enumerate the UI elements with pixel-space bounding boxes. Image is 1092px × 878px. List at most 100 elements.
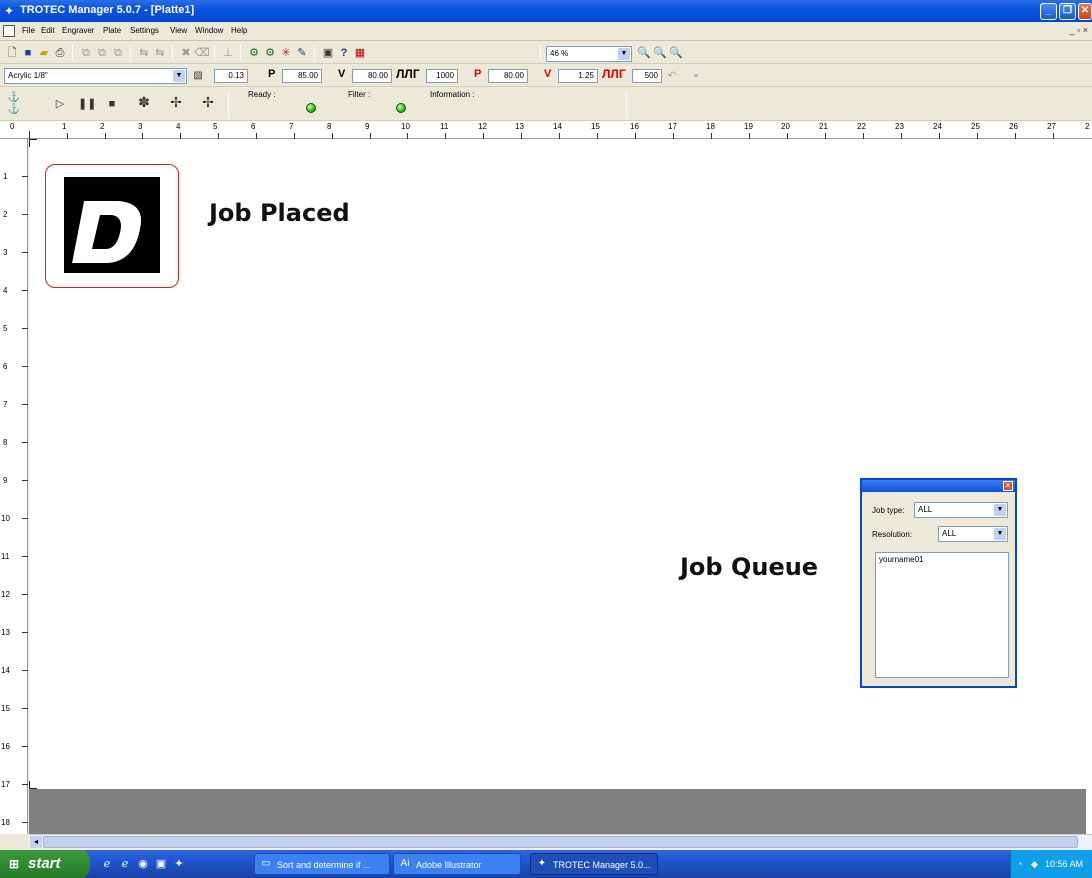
engrave-icon[interactable]: ▣	[320, 45, 336, 61]
plate-corner-marks	[29, 139, 37, 789]
power-label: P	[268, 68, 276, 80]
power-field[interactable]: 85.00	[282, 69, 322, 83]
cut-velocity-field[interactable]: 1.25	[558, 69, 598, 83]
hatch-field[interactable]: 0.13	[214, 69, 248, 83]
zoom-fit-icon[interactable]: 🔍	[636, 45, 652, 61]
minimize-button[interactable]: _	[1040, 3, 1057, 20]
restore-button[interactable]: ❐	[1059, 3, 1076, 20]
pause-job-icon[interactable]: ❚❚	[78, 96, 96, 112]
job-settings-icon[interactable]: ⚙	[262, 45, 278, 61]
toolbar-separator	[172, 45, 173, 61]
title-bar[interactable]: ✦ TROTEC Manager 5.0.7 - [Platte1] _ ❐ ✕	[0, 0, 1092, 22]
ppi-field[interactable]: 1000	[426, 69, 458, 83]
start-label: start	[28, 855, 61, 872]
task-label: TROTEC Manager 5.0...	[553, 860, 651, 870]
job-icon[interactable]: ⚙	[246, 45, 262, 61]
zoom-select[interactable]: 46 % ▼	[546, 46, 632, 62]
laser-icon[interactable]: ✳	[278, 45, 294, 61]
print-icon[interactable]: ⎙	[52, 45, 68, 61]
placed-job[interactable]	[45, 164, 179, 288]
stop-job-icon[interactable]: ■	[104, 96, 120, 112]
velocity-field[interactable]: 80.00	[352, 69, 392, 83]
zoom-in-icon[interactable]: 🔍	[652, 45, 668, 61]
menu-view[interactable]: View	[170, 26, 187, 35]
material-select[interactable]: Acrylic 1/8" ▼	[4, 68, 187, 84]
security-icon[interactable]: ◆	[1031, 850, 1038, 878]
exhaust-icon[interactable]: ✽	[136, 94, 152, 110]
copy-icon[interactable]: ⧉	[78, 45, 94, 61]
task-trotec[interactable]: ✦ TROTEC Manager 5.0...	[530, 853, 658, 875]
menu-bar: File Edit Engraver Plate Settings View W…	[0, 22, 1092, 41]
menu-plate[interactable]: Plate	[103, 26, 121, 35]
duplicate-icon[interactable]: ⧉	[110, 45, 126, 61]
menu-window[interactable]: Window	[195, 26, 223, 35]
delete-icon[interactable]: ✖	[178, 45, 194, 61]
trotec-quicklaunch-icon[interactable]: ✦	[172, 857, 186, 871]
ungroup-icon[interactable]: ⇆	[152, 45, 168, 61]
frequency-field[interactable]: 500	[632, 69, 662, 83]
main-toolbar: 🗋 ■ ▰ ⎙ ⧉ ⧉ ⧉ ⇆ ⇆ ✖ ⌫ ⊥ ⚙ ⚙ ✳ ✎ ▣ ? ▦ 46…	[0, 42, 1092, 64]
menu-engraver[interactable]: Engraver	[62, 26, 94, 35]
chevron-down-icon: ▼	[994, 504, 1006, 516]
horizontal-scrollbar[interactable]: ◂	[29, 834, 1092, 849]
ruler-v-ticks	[22, 176, 28, 823]
air-assist-icon[interactable]: ✢	[200, 94, 216, 110]
browser-icon[interactable]: ℯ	[118, 857, 132, 871]
scrollbar-thumb[interactable]	[43, 836, 1078, 848]
list-item[interactable]: yourname01	[879, 555, 1005, 564]
task-explorer[interactable]: ▭ Sort and determine if ...	[254, 853, 390, 875]
save-icon[interactable]: ■	[20, 45, 36, 61]
chevron-down-icon: ▼	[618, 48, 630, 60]
desktop-icon[interactable]: ▣	[154, 857, 168, 871]
resolution-select[interactable]: ALL ▼	[938, 526, 1008, 542]
chevron-down-icon: ▼	[994, 528, 1006, 540]
align-icon[interactable]: ⊥	[220, 45, 236, 61]
menu-file[interactable]: File	[22, 26, 35, 35]
material-toolbar: Acrylic 1/8" ▼ ▨ 0.13 P 85.00 V 80.00 ЛЛ…	[0, 65, 1092, 87]
close-button[interactable]: ✕	[1078, 3, 1092, 20]
group-icon[interactable]: ⇆	[136, 45, 152, 61]
paste-icon[interactable]: ⧉	[94, 45, 110, 61]
menu-help[interactable]: Help	[231, 26, 247, 35]
fan-icon[interactable]: ✢	[168, 94, 184, 110]
help-icon[interactable]: ?	[336, 45, 352, 61]
scroll-left-icon[interactable]: ◂	[30, 836, 42, 848]
queue-job-list[interactable]: yourname01	[875, 552, 1009, 678]
task-illustrator[interactable]: Ai Adobe Illustrator	[393, 853, 521, 875]
plate-canvas[interactable]	[29, 139, 1092, 789]
cut-power-field[interactable]: 80.00	[488, 69, 528, 83]
toolbar-separator	[626, 92, 627, 118]
chevron-down-icon: ▼	[173, 70, 185, 82]
job-type-select[interactable]: ALL ▼	[914, 502, 1008, 518]
filter-indicator	[396, 103, 406, 113]
queue-title-bar[interactable]: ✕	[862, 480, 1015, 492]
ie-icon[interactable]: ℯ	[100, 857, 114, 871]
clock[interactable]: 10:56 AM	[1045, 850, 1083, 878]
network-icon[interactable]: ◔	[1017, 850, 1022, 878]
job-placed-label: Job Placed	[209, 199, 350, 227]
undo-icon[interactable]: ↶	[664, 68, 680, 84]
ruler-h-ticks	[29, 131, 1054, 139]
zoom-out-icon[interactable]: 🔍	[668, 45, 684, 61]
resolution-value: ALL	[942, 529, 957, 538]
stop-icon[interactable]: ▦	[352, 45, 368, 61]
save-settings-icon[interactable]: ▪	[688, 68, 704, 84]
engraver-toolbar: ⚓ ⚓ ▷ ❚❚ ■ ✽ ✢ ✢ Ready : Filter : Informa…	[0, 88, 1092, 121]
new-icon[interactable]: 🗋	[4, 45, 20, 61]
tools-icon[interactable]: ✎	[294, 45, 310, 61]
queue-close-button[interactable]: ✕	[1003, 481, 1013, 491]
open-icon[interactable]: ▰	[36, 45, 52, 61]
mdi-window-controls[interactable]: _ ▫ ×	[1070, 25, 1088, 35]
hatch-icon: ▨	[193, 70, 203, 81]
document-icon[interactable]	[3, 25, 15, 37]
media-icon[interactable]: ◉	[136, 857, 150, 871]
start-button[interactable]: ⊞ start	[0, 850, 90, 878]
menu-settings[interactable]: Settings	[130, 26, 159, 35]
menu-edit[interactable]: Edit	[41, 26, 55, 35]
toolbar-separator	[314, 45, 315, 61]
horizontal-ruler: 0 1 2 3 4 5 6 7 8 9 10 11 12 13 14 15 16…	[0, 121, 1092, 139]
toolbar-separator	[130, 45, 131, 61]
start-job-icon[interactable]: ▷	[52, 96, 68, 112]
connect-icon[interactable]: ⚓ ⚓	[6, 92, 22, 118]
erase-icon[interactable]: ⌫	[194, 45, 210, 61]
